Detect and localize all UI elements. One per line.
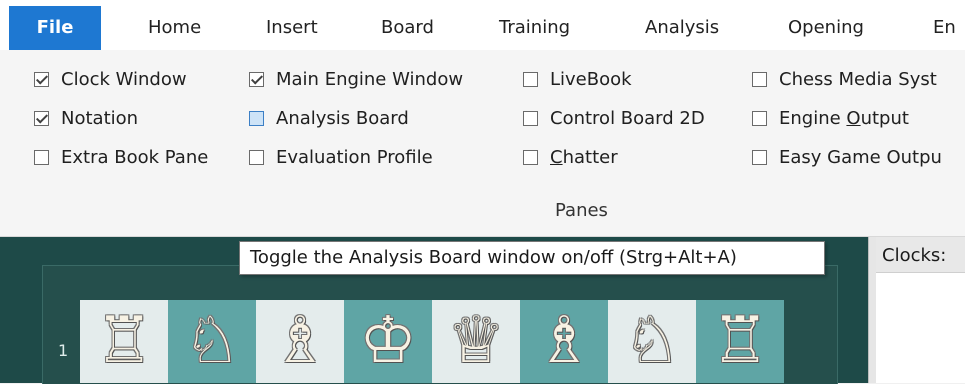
analysis-board-tooltip: Toggle the Analysis Board window on/off … <box>239 241 825 275</box>
engine-output-label-pre: Engine <box>779 107 847 129</box>
clock-window-checkbox[interactable]: Clock Window <box>34 66 187 92</box>
square-b1[interactable]: ♘ <box>168 300 256 383</box>
tab-insert[interactable]: Insert <box>266 0 318 50</box>
checkbox-hover-icon <box>249 110 264 126</box>
chess-media-system-checkbox[interactable]: Chess Media Syst <box>752 66 937 92</box>
white-knight-icon[interactable]: ♘ <box>183 300 240 383</box>
analysis-board-checkbox[interactable]: Analysis Board <box>249 105 409 131</box>
easy-game-output-checkbox[interactable]: Easy Game Outpu <box>752 144 942 170</box>
checkbox-checked-icon <box>34 110 49 126</box>
checkbox-empty-icon <box>752 110 767 126</box>
tab-engine[interactable]: En <box>933 0 956 50</box>
engine-output-checkbox[interactable]: Engine Output <box>752 105 909 131</box>
evaluation-profile-checkbox[interactable]: Evaluation Profile <box>249 144 433 170</box>
main-engine-window-checkbox[interactable]: Main Engine Window <box>249 66 463 92</box>
engine-output-accelerator: O <box>846 107 861 129</box>
checkbox-empty-icon <box>249 149 264 165</box>
checkbox-empty-icon <box>523 71 538 87</box>
rank-label-1: 1 <box>58 341 69 360</box>
extra-book-pane-label: Extra Book Pane <box>61 146 209 168</box>
square-f1[interactable]: ♗ <box>520 300 608 383</box>
white-rook-icon[interactable]: ♖ <box>711 300 768 383</box>
tab-home[interactable]: Home <box>148 0 201 50</box>
tab-analysis[interactable]: Analysis <box>645 0 719 50</box>
checkbox-empty-icon <box>523 149 538 165</box>
chess-media-system-label: Chess Media Syst <box>779 68 937 90</box>
clocks-panel-header[interactable]: Clocks: <box>876 237 965 273</box>
checkbox-empty-icon <box>752 71 767 87</box>
white-king-icon[interactable]: ♔ <box>359 300 416 383</box>
square-g1[interactable]: ♘ <box>608 300 696 383</box>
checkbox-empty-icon <box>523 110 538 126</box>
tab-opening[interactable]: Opening <box>788 0 864 50</box>
ribbon-panes-group: Clock Window Notation Extra Book Pane Ma… <box>0 50 965 237</box>
engine-output-label-rest: utput <box>860 107 909 129</box>
analysis-board-label: Analysis Board <box>276 107 409 129</box>
white-bishop-icon[interactable]: ♗ <box>535 300 592 383</box>
checkbox-empty-icon <box>752 149 767 165</box>
tab-training[interactable]: Training <box>499 0 570 50</box>
easy-game-output-label: Easy Game Outpu <box>779 146 942 168</box>
checkbox-checked-icon <box>249 71 264 87</box>
checkbox-empty-icon <box>34 149 49 165</box>
clock-window-label: Clock Window <box>61 68 187 90</box>
control-board-2d-label: Control Board 2D <box>550 107 705 129</box>
square-e1[interactable]: ♕ <box>432 300 520 383</box>
extra-book-pane-checkbox[interactable]: Extra Book Pane <box>34 144 208 170</box>
chatter-checkbox[interactable]: Chatter <box>523 144 618 170</box>
engine-output-label: Engine Output <box>779 108 909 129</box>
square-d1[interactable]: ♔ <box>344 300 432 383</box>
white-queen-icon[interactable]: ♕ <box>447 300 504 383</box>
square-a1[interactable]: ♖ <box>80 300 168 383</box>
menu-tab-bar: File Home Insert Board Training Analysis… <box>0 0 965 50</box>
evaluation-profile-label: Evaluation Profile <box>276 146 433 168</box>
square-c1[interactable]: ♗ <box>256 300 344 383</box>
tab-file[interactable]: File <box>9 6 101 50</box>
checkbox-checked-icon <box>34 71 49 87</box>
white-rook-icon[interactable]: ♖ <box>95 300 152 383</box>
white-knight-icon[interactable]: ♘ <box>623 300 680 383</box>
livebook-label: LiveBook <box>550 68 632 90</box>
chatter-label-rest: hatter <box>562 146 618 168</box>
control-board-2d-checkbox[interactable]: Control Board 2D <box>523 105 705 131</box>
panes-group-label: Panes <box>555 200 608 221</box>
notation-checkbox[interactable]: Notation <box>34 105 138 131</box>
square-h1[interactable]: ♖ <box>696 300 784 383</box>
livebook-checkbox[interactable]: LiveBook <box>523 66 632 92</box>
white-bishop-icon[interactable]: ♗ <box>271 300 328 383</box>
chatter-label: Chatter <box>550 147 618 168</box>
pane-splitter[interactable] <box>868 237 876 383</box>
chatter-accelerator: C <box>550 146 563 168</box>
notation-label: Notation <box>61 107 139 129</box>
clocks-panel: Clocks: <box>876 237 965 383</box>
main-engine-window-label: Main Engine Window <box>276 68 464 90</box>
tab-board[interactable]: Board <box>381 0 434 50</box>
